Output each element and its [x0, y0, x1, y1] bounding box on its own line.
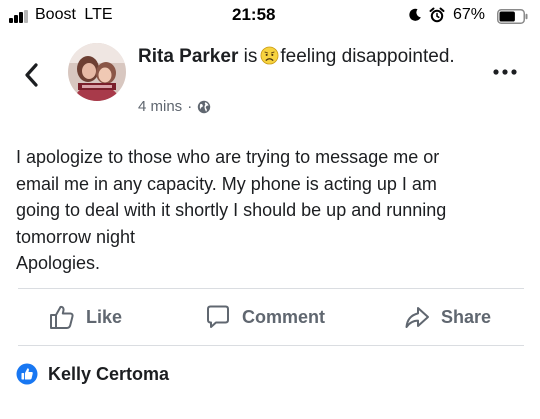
post-author-line: Rita Parker is feeling disappointed. [138, 44, 478, 69]
disappointed-face-emoji [260, 46, 279, 65]
more-horizontal-icon[interactable] [492, 68, 518, 76]
signal-icon [9, 10, 31, 23]
reaction-row: Kelly Certoma [16, 363, 169, 385]
post-line: I apologize to those who are trying to m… [16, 147, 440, 167]
post-line: Apologies. [16, 253, 101, 273]
network-type: LTE [84, 6, 113, 23]
avatar-photo [68, 43, 126, 101]
author-name[interactable]: Rita Parker [138, 46, 238, 67]
meta-separator: · [187, 98, 193, 115]
share-label: Share [441, 306, 492, 327]
like-button[interactable]: Like [48, 300, 122, 334]
status-bar: Boost LTE 21:58 67% [0, 0, 540, 32]
battery-percent: 67% [453, 6, 486, 23]
alarm-icon [429, 7, 445, 23]
post-body: I apologize to those who are trying to m… [16, 144, 531, 277]
share-arrow-icon [405, 307, 429, 328]
is-word: is [243, 46, 258, 67]
chevron-left-icon[interactable] [22, 62, 40, 88]
feeling-text: feeling disappointed. [280, 46, 455, 67]
post-line: email me in any capacity. My phone is ac… [16, 173, 437, 194]
carrier-info: Boost LTE [35, 6, 113, 24]
thumbs-up-icon [50, 305, 74, 329]
divider [18, 345, 524, 346]
post-meta: 4 mins · [138, 98, 211, 115]
moon-icon [409, 8, 421, 21]
divider [18, 288, 524, 289]
like-badge-icon [16, 363, 38, 385]
comment-bubble-icon [207, 305, 229, 328]
comment-label: Comment [242, 306, 326, 327]
post-line: going to deal with it shortly I should b… [16, 200, 447, 220]
post-line: tomorrow night [16, 226, 136, 247]
comment-button[interactable]: Comment [204, 300, 325, 334]
battery-icon [497, 9, 528, 24]
share-button[interactable]: Share [403, 300, 491, 334]
globe-icon[interactable] [197, 100, 211, 114]
carrier-name: Boost [35, 6, 76, 23]
status-time: 21:58 [232, 5, 276, 24]
post-time[interactable]: 4 mins [138, 98, 182, 115]
reactor-name[interactable]: Kelly Certoma [48, 364, 169, 385]
avatar[interactable] [68, 43, 126, 101]
like-label: Like [86, 306, 123, 327]
